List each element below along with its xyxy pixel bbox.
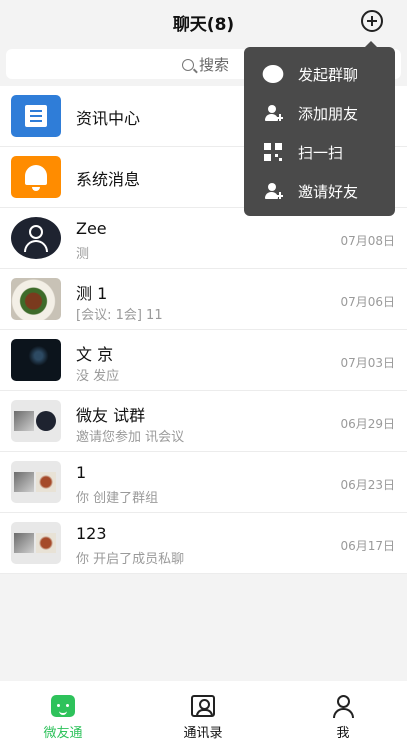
menu-item-start-group-chat[interactable]: 发起群聊 [244,55,395,94]
bottom-tab-bar: 微友通 通讯录 我 [0,681,407,739]
invite-user-icon [264,182,283,200]
chat-row[interactable]: 微友 试群 邀请您参加 讯会议 06月29日 [0,391,407,452]
menu-item-add-friend[interactable]: 添加朋友 [244,94,395,133]
search-placeholder: 搜索 [199,56,230,74]
group-avatar [11,522,61,564]
group-avatar [11,461,61,503]
me-person-icon [331,695,355,718]
avatar [11,339,61,381]
menu-item-label: 扫一扫 [298,144,344,162]
chat-time: 07月06日 [340,295,395,309]
chat-name: 测 1 [76,284,108,303]
chat-bubble-icon [262,65,284,83]
tab-weiyoutong[interactable]: 微友通 [23,681,103,739]
tab-label: 微友通 [43,726,83,739]
avatar [11,217,61,259]
chat-preview: 你 开启了成员私聊 [76,552,185,567]
chat-time: 06月29日 [340,417,395,431]
chat-time: 07月03日 [340,356,395,370]
chat-preview: [会议: 1会] 11 [76,308,163,323]
news-center-icon [11,95,61,137]
chat-preview: 邀请您参加 讯会议 [76,430,185,445]
chat-face-icon [51,695,75,717]
chat-time: 06月17日 [340,539,395,553]
chat-row[interactable]: Zee 测 07月08日 [0,208,407,269]
search-placeholder-wrap: 搜索 [182,54,229,75]
chat-name: Zee [76,219,107,238]
group-avatar [11,400,61,442]
menu-item-label: 添加朋友 [298,105,359,123]
chat-name: 123 [76,524,107,543]
chat-name: 微友 试群 [76,406,146,425]
popup-menu: 发起群聊 添加朋友 扫一扫 邀请好友 [244,41,395,216]
add-circle-icon[interactable] [361,10,383,32]
chat-row[interactable]: 文 京 没 发应 07月03日 [0,330,407,391]
menu-item-label: 邀请好友 [298,183,359,201]
menu-item-scan[interactable]: 扫一扫 [244,133,395,172]
chat-preview: 你 创建了群组 [76,491,159,506]
search-icon [182,59,194,71]
page-title: 聊天(8) [172,15,235,35]
chat-row[interactable]: 123 你 开启了成员私聊 06月17日 [0,513,407,574]
menu-item-invite-friend[interactable]: 邀请好友 [244,172,395,211]
chat-time: 06月23日 [340,478,395,492]
tab-contacts[interactable]: 通讯录 [163,681,243,739]
add-user-icon [264,104,283,122]
chat-row[interactable]: 测 1 [会议: 1会] 11 07月06日 [0,269,407,330]
chat-name: 文 京 [76,345,114,364]
chat-preview: 没 发应 [76,369,120,384]
chat-name: 资讯中心 [76,109,141,128]
chat-preview: 测 [76,247,90,262]
qr-scan-icon [264,143,282,161]
tab-me[interactable]: 我 [303,681,383,739]
tab-label: 我 [336,726,350,739]
bell-icon [11,156,61,198]
chat-name: 系统消息 [76,170,141,189]
menu-item-label: 发起群聊 [298,66,359,84]
top-bar: 聊天(8) [0,0,407,46]
chat-time: 07月08日 [340,234,395,248]
avatar [11,278,61,320]
tab-label: 通讯录 [183,726,223,739]
contacts-book-icon [191,695,215,717]
chat-row[interactable]: 1 你 创建了群组 06月23日 [0,452,407,513]
chat-name: 1 [76,463,87,482]
